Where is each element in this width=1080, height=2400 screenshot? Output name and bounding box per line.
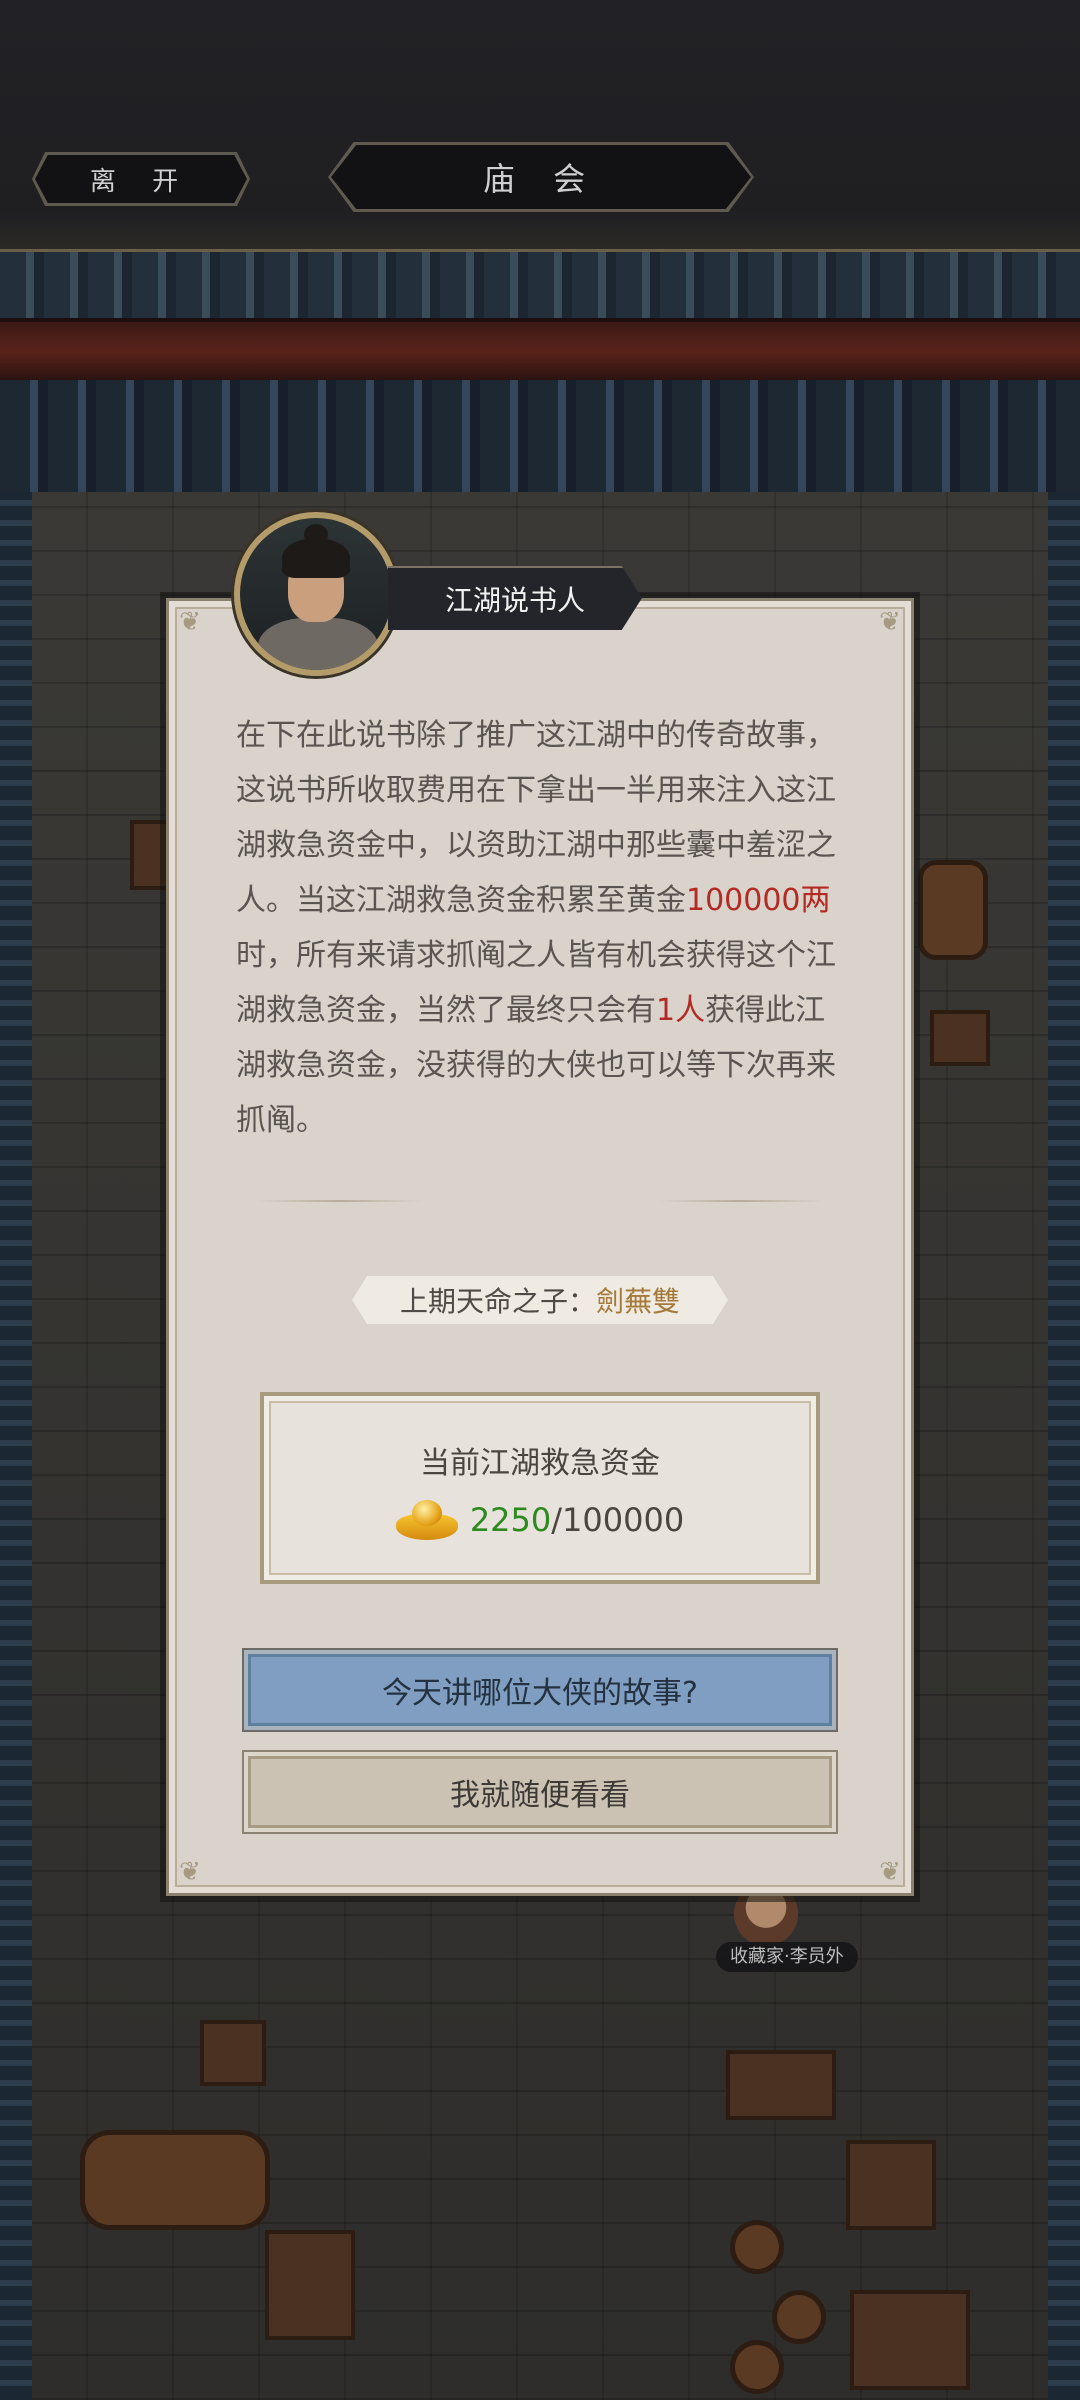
gold-ingot-icon [395,1498,458,1542]
divider [256,1200,422,1202]
corner-ornament: ❦ [179,1857,201,1887]
crate-prop [930,1010,990,1066]
fund-panel: 当前江湖救急资金 2250 / 100000 [260,1392,820,1584]
story-highlight-count: 1人 [656,993,706,1028]
fund-current-amount: 2250 [469,1501,552,1539]
corner-ornament: ❦ [879,1857,901,1887]
top-bar: 离 开 庙 会 [0,0,1080,252]
fund-separator: / [551,1501,563,1539]
corner-ornament: ❦ [879,607,901,637]
npc-name: 江湖说书人 [444,584,585,617]
barrel-prop [730,2220,784,2274]
scene-title: 庙 会 [328,142,754,212]
barrel-prop [730,2340,784,2394]
divider [658,1200,824,1202]
roof-eave [0,380,1080,498]
pick-hero-story-button[interactable]: 今天讲哪位大侠的故事? [244,1650,836,1730]
left-wall [0,492,32,2400]
right-wall [1048,492,1080,2400]
just-browse-label: 我就随便看看 [450,1778,630,1813]
fund-amount-row: 2250 / 100000 [264,1498,816,1542]
roof-beam [0,318,1080,384]
crate-prop [200,2020,266,2086]
fund-target-amount: 100000 [562,1501,685,1539]
fund-title: 当前江湖救急资金 [420,1446,660,1481]
collector-npc-tag: 收藏家·李员外 [716,1942,858,1972]
story-text: 在下在此说书除了推广这江湖中的传奇故事，这说书所收取费用在下拿出一半用来注入这江… [236,708,846,1148]
barrel-prop [80,2130,270,2230]
npc-name-tag: 江湖说书人 [388,566,642,630]
storyteller-avatar [234,512,398,676]
last-winner-banner: 上期天命之子： 劍蕪雙 [352,1276,728,1324]
barrel-prop [918,860,988,960]
last-winner-name: 劍蕪雙 [596,1285,681,1318]
last-winner-label: 上期天命之子： [399,1285,596,1318]
barrel-prop [772,2290,826,2344]
crate-prop [850,2290,970,2390]
corner-ornament: ❦ [179,607,201,637]
just-browse-button[interactable]: 我就随便看看 [244,1752,836,1832]
leave-button-label: 离 开 [89,166,193,197]
crate-prop [726,2050,836,2120]
crate-prop [846,2140,936,2230]
story-highlight-amount: 100000两 [686,883,831,918]
crate-prop [265,2230,355,2340]
scene-title-label: 庙 会 [482,160,600,198]
pick-hero-story-label: 今天讲哪位大侠的故事? [382,1676,698,1711]
leave-button[interactable]: 离 开 [32,152,250,206]
